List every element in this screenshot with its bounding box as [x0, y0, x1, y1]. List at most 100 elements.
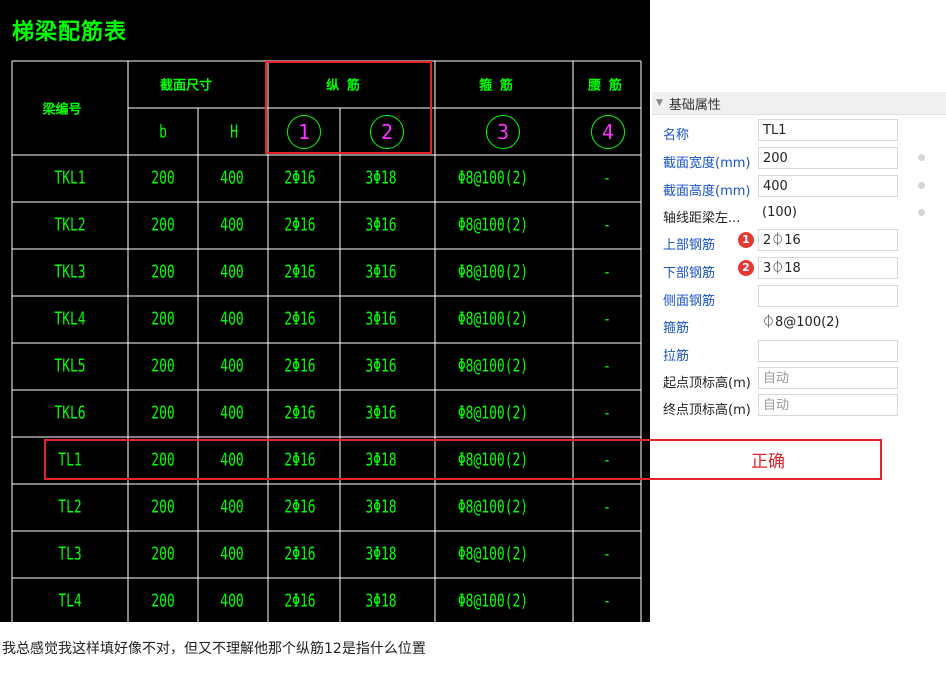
property-value-field[interactable]: TL1	[758, 119, 898, 141]
header-stirrup: 箍 筋	[479, 78, 513, 94]
cell-beam-no: TKL5	[54, 355, 86, 377]
highlight-longitudinal-box	[265, 61, 432, 154]
cell-top-bar: 2Φ16	[284, 261, 316, 283]
cell-top-bar: 2Φ16	[284, 355, 316, 377]
property-row: 截面宽度(mm) 200	[652, 147, 946, 173]
cell-bottom-bar: 3Φ18	[365, 543, 397, 565]
cell-beam-no: TKL2	[54, 214, 86, 236]
cell-height: 400	[220, 496, 244, 518]
cell-height: 400	[220, 355, 244, 377]
cell-stirrup: Φ8@100(2)	[457, 261, 529, 283]
property-label: 截面高度(mm)	[663, 184, 751, 199]
cell-stirrup: Φ8@100(2)	[457, 543, 529, 565]
property-row: 终点顶标高(m) 自动	[652, 394, 946, 420]
property-label: 终点顶标高(m)	[663, 403, 751, 418]
property-value-field[interactable]: 自动	[758, 394, 898, 416]
cell-waist: -	[603, 308, 611, 330]
cell-waist: -	[603, 167, 611, 189]
cell-beam-no: TL4	[58, 590, 82, 612]
cell-height: 400	[220, 402, 244, 424]
cell-top-bar: 2Φ16	[284, 496, 316, 518]
property-label: 侧面钢筋	[663, 294, 716, 309]
cell-beam-no: TKL6	[54, 402, 86, 424]
cell-height: 400	[220, 590, 244, 612]
cell-waist: -	[603, 543, 611, 565]
panel-header[interactable]: ▼ 基础属性	[652, 92, 946, 115]
cell-stirrup: Φ8@100(2)	[457, 308, 529, 330]
cell-stirrup: Φ8@100(2)	[457, 214, 529, 236]
cell-waist: -	[603, 496, 611, 518]
cell-stirrup: Φ8@100(2)	[457, 496, 529, 518]
cell-bottom-bar: 3Φ16	[365, 214, 397, 236]
cell-top-bar: 2Φ16	[284, 543, 316, 565]
cell-top-bar: 2Φ16	[284, 590, 316, 612]
property-row: 箍筋 ⏀8@100(2)	[652, 312, 946, 338]
cell-bottom-bar: 3Φ18	[365, 496, 397, 518]
cell-waist: -	[603, 402, 611, 424]
cell-top-bar: 2Φ16	[284, 214, 316, 236]
cell-width: 200	[151, 496, 175, 518]
status-dot-icon	[918, 154, 925, 161]
status-dot-icon	[918, 182, 925, 189]
cell-bottom-bar: 3Φ16	[365, 308, 397, 330]
cell-width: 200	[151, 167, 175, 189]
property-value-field[interactable]	[758, 285, 898, 307]
cell-width: 200	[151, 355, 175, 377]
property-label: 起点顶标高(m)	[663, 376, 751, 391]
property-label: 箍筋	[663, 321, 690, 336]
cell-beam-no: TKL3	[54, 261, 86, 283]
cell-bottom-bar: 3Φ16	[365, 261, 397, 283]
cell-waist: -	[603, 355, 611, 377]
property-row: 截面高度(mm) 400	[652, 175, 946, 201]
cell-width: 200	[151, 308, 175, 330]
property-value-field[interactable]: 400	[758, 175, 898, 197]
cell-stirrup: Φ8@100(2)	[457, 402, 529, 424]
property-row: 拉筋	[652, 340, 946, 366]
property-row: 上部钢筋 1 2⏀16	[652, 229, 946, 255]
property-value-field[interactable]: ⏀8@100(2)	[758, 312, 898, 334]
header-section: 截面尺寸	[159, 78, 213, 94]
property-value-field[interactable]: 200	[758, 147, 898, 169]
cell-width: 200	[151, 402, 175, 424]
cell-bottom-bar: 3Φ18	[365, 167, 397, 189]
cell-height: 400	[220, 543, 244, 565]
cell-width: 200	[151, 261, 175, 283]
header-beam-no: 梁编号	[42, 102, 82, 118]
number-badge: 1	[738, 232, 754, 248]
cell-waist: -	[603, 590, 611, 612]
property-row: 起点顶标高(m) 自动	[652, 367, 946, 393]
property-value-field[interactable]: 2⏀16	[758, 229, 898, 251]
cell-bottom-bar: 3Φ16	[365, 402, 397, 424]
cell-height: 400	[220, 308, 244, 330]
property-value-field[interactable]: 3⏀18	[758, 257, 898, 279]
cell-beam-no: TKL1	[54, 167, 86, 189]
cell-top-bar: 2Φ16	[284, 308, 316, 330]
property-label: 截面宽度(mm)	[663, 156, 751, 171]
property-label: 轴线距梁左...	[663, 211, 741, 226]
property-row: 下部钢筋 2 3⏀18	[652, 257, 946, 283]
cell-stirrup: Φ8@100(2)	[457, 590, 529, 612]
property-row: 侧面钢筋	[652, 285, 946, 311]
cell-height: 400	[220, 167, 244, 189]
cell-bottom-bar: 3Φ18	[365, 590, 397, 612]
cell-beam-no: TKL4	[54, 308, 86, 330]
question-caption: 我总感觉我这样填好像不对，但又不理解他那个纵筋12是指什么位置	[2, 641, 426, 657]
property-row: 轴线距梁左... (100)	[652, 202, 946, 228]
correct-annotation: 正确	[751, 452, 785, 472]
cell-height: 400	[220, 214, 244, 236]
cell-waist: -	[603, 214, 611, 236]
collapse-triangle-icon[interactable]: ▼	[656, 98, 663, 108]
property-value-field[interactable]: 自动	[758, 367, 898, 389]
cell-beam-no: TL2	[58, 496, 82, 518]
cell-bottom-bar: 3Φ16	[365, 355, 397, 377]
cell-waist: -	[603, 261, 611, 283]
property-row: 名称 TL1	[652, 119, 946, 145]
property-value-field[interactable]	[758, 340, 898, 362]
header-h: H	[230, 121, 238, 143]
property-label: 拉筋	[663, 349, 690, 364]
number-badge: 2	[738, 260, 754, 276]
header-waist: 腰 筋	[588, 78, 622, 94]
property-value-field[interactable]: (100)	[758, 202, 898, 224]
status-dot-icon	[918, 209, 925, 216]
property-label: 下部钢筋	[663, 266, 716, 281]
